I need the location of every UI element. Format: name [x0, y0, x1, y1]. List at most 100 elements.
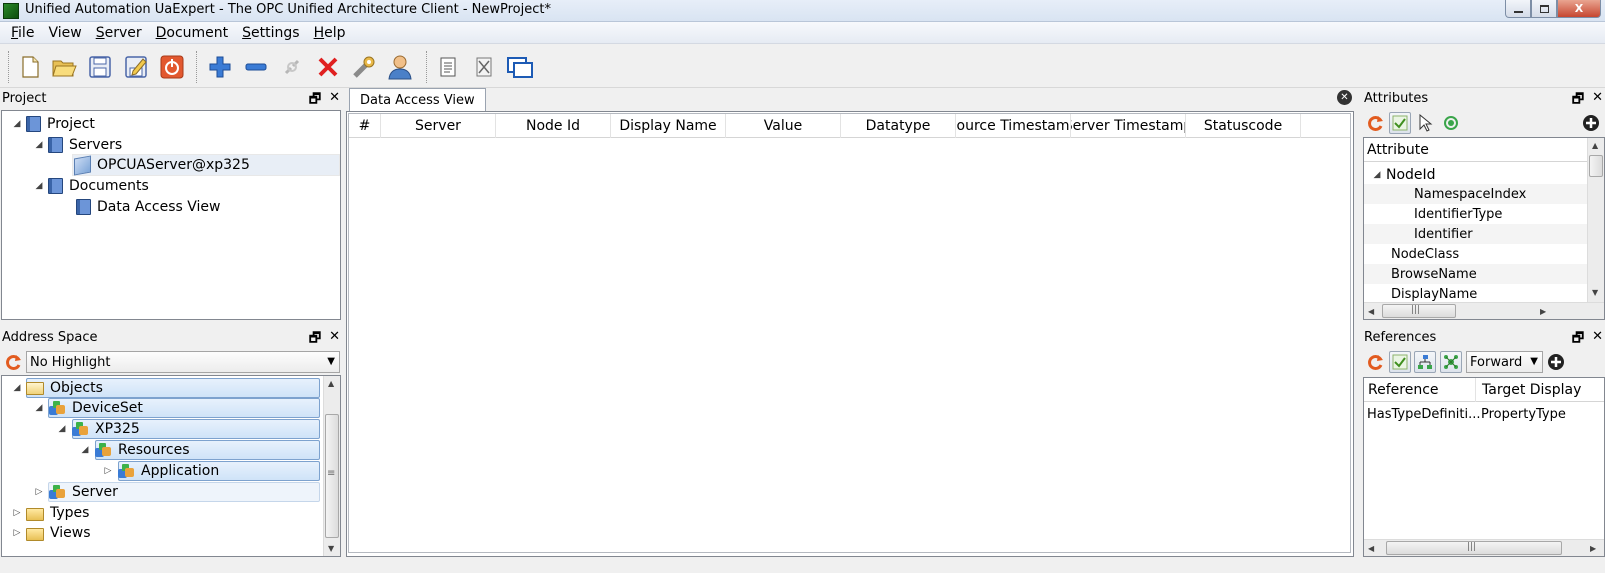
refresh-attributes-button[interactable] [1364, 112, 1386, 134]
tree-item-resources[interactable]: ◢ Resources [80, 440, 190, 460]
menu-document[interactable]: Document [149, 25, 236, 41]
menu-settings[interactable]: Settings [235, 25, 306, 41]
minimize-button[interactable] [1505, 0, 1531, 18]
column-header-display-name[interactable]: Display Name [611, 114, 726, 138]
column-header-index[interactable]: # [349, 114, 381, 138]
close-panel-icon[interactable]: ✕ [1592, 90, 1603, 112]
column-header-target-display[interactable]: Target Display [1476, 378, 1604, 402]
save-as-button[interactable] [122, 53, 150, 81]
tree-item-views[interactable]: ▷ Views [12, 523, 91, 543]
disconnect-button[interactable] [158, 53, 186, 81]
attributes-vertical-scrollbar[interactable]: ▲ ▼ [1587, 138, 1604, 302]
expand-arrow-icon[interactable]: ◢ [34, 140, 44, 150]
close-panel-icon[interactable]: ✕ [329, 329, 340, 351]
expand-arrow-icon[interactable]: ◢ [80, 445, 90, 455]
reference-row[interactable]: HasTypeDefiniti... PropertyType [1367, 404, 1566, 424]
refresh-references-button[interactable] [1364, 351, 1386, 373]
float-icon[interactable]: 🗗 [309, 90, 321, 112]
window-button[interactable] [506, 53, 534, 81]
attribute-row-nodeid[interactable]: ◢ NodeId [1372, 165, 1436, 185]
save-project-button[interactable] [86, 53, 114, 81]
tab-data-access-view[interactable]: Data Access View [349, 88, 486, 111]
data-access-table[interactable]: # Server Node Id Display Name Value Data… [348, 113, 1351, 553]
expand-arrow-icon[interactable]: ◢ [34, 181, 44, 191]
add-server-button[interactable] [206, 53, 234, 81]
scroll-thumb[interactable] [1589, 155, 1603, 177]
reference-network-toggle[interactable] [1440, 351, 1462, 373]
address-vertical-scrollbar[interactable]: ▲ ≡ ▼ [323, 376, 340, 556]
close-tab-icon[interactable]: ✕ [1337, 90, 1352, 105]
scroll-right-icon[interactable]: ▶ [1540, 307, 1546, 316]
highlight-select[interactable]: No Highlight ▼ [26, 351, 340, 373]
scroll-thumb[interactable]: ||| [1386, 541, 1562, 555]
attribute-row-identifier[interactable]: Identifier [1414, 224, 1473, 244]
tree-item-xp325[interactable]: ◢ XP325 [57, 419, 140, 439]
settings-button[interactable] [350, 53, 378, 81]
scroll-left-icon[interactable]: ◀ [1368, 544, 1374, 553]
collapsed-arrow-icon[interactable]: ▷ [103, 466, 113, 476]
expand-arrow-icon[interactable]: ◢ [12, 119, 22, 129]
tree-item-project[interactable]: ◢ Project [12, 114, 95, 134]
column-header-reference[interactable]: Reference [1364, 378, 1476, 402]
attribute-row-browsename[interactable]: BrowseName [1391, 264, 1477, 284]
references-horizontal-scrollbar[interactable]: ◀ ||| ▶ [1364, 539, 1604, 556]
reference-hierarchy-toggle[interactable] [1414, 351, 1436, 373]
menu-file[interactable]: File [4, 25, 41, 41]
tree-item-objects[interactable]: ◢ Objects [12, 378, 103, 398]
scroll-up-icon[interactable]: ▲ [328, 379, 334, 388]
user-button[interactable] [386, 53, 414, 81]
open-project-button[interactable] [50, 53, 78, 81]
collapsed-arrow-icon[interactable]: ▷ [34, 487, 44, 497]
tree-item-data-access-view[interactable]: Data Access View [76, 197, 220, 217]
tree-item-servers[interactable]: ◢ Servers [34, 135, 122, 155]
remove-server-button[interactable] [242, 53, 270, 81]
column-header-source-timestamp[interactable]: Source Timestamp [956, 114, 1071, 138]
menu-help[interactable]: Help [307, 25, 353, 41]
column-header-datatype[interactable]: Datatype [841, 114, 956, 138]
attribute-row-identifiertype[interactable]: IdentifierType [1414, 204, 1502, 224]
attribute-column-header[interactable]: Attribute [1364, 138, 1587, 162]
reference-check-toggle[interactable] [1389, 351, 1411, 373]
scroll-thumb[interactable]: ||| [1382, 304, 1456, 318]
attribute-pointer-button[interactable] [1414, 112, 1436, 134]
tree-item-server[interactable]: ▷ Server [34, 482, 118, 502]
tree-item-server-instance[interactable]: OPCUAServer@xp325 [74, 155, 250, 175]
scroll-right-icon[interactable]: ▶ [1590, 544, 1596, 553]
tree-item-deviceset[interactable]: ◢ DeviceSet [34, 398, 143, 418]
expand-arrow-icon[interactable]: ◢ [1372, 170, 1382, 180]
column-header-server-timestamp[interactable]: Server Timestamp [1071, 114, 1186, 138]
attributes-horizontal-scrollbar[interactable]: ◀ ||| ▶ [1364, 302, 1604, 319]
new-project-button[interactable] [16, 53, 44, 81]
expand-arrow-icon[interactable]: ◢ [12, 383, 22, 393]
column-header-value[interactable]: Value [726, 114, 841, 138]
close-panel-icon[interactable]: ✕ [329, 90, 340, 112]
column-header-server[interactable]: Server [381, 114, 496, 138]
scroll-down-icon[interactable]: ▼ [1592, 288, 1598, 297]
menu-server[interactable]: Server [89, 25, 149, 41]
scroll-down-icon[interactable]: ▼ [328, 544, 334, 553]
reference-direction-select[interactable]: Forward ▼ [1466, 351, 1543, 373]
add-document-button[interactable] [434, 53, 462, 81]
float-icon[interactable]: 🗗 [1572, 329, 1584, 351]
collapsed-arrow-icon[interactable]: ▷ [12, 528, 22, 538]
attribute-row-namespaceindex[interactable]: NamespaceIndex [1414, 184, 1526, 204]
attribute-monitor-button[interactable] [1440, 112, 1462, 134]
add-reference-button[interactable] [1545, 351, 1567, 373]
menu-view[interactable]: View [41, 25, 88, 41]
tree-item-types[interactable]: ▷ Types [12, 503, 90, 523]
tree-item-application[interactable]: ▷ Application [103, 461, 220, 481]
connect-button[interactable] [278, 53, 306, 81]
attribute-check-toggle[interactable] [1389, 112, 1411, 134]
attribute-row-displayname[interactable]: DisplayName [1391, 284, 1477, 304]
column-header-node-id[interactable]: Node Id [496, 114, 611, 138]
collapsed-arrow-icon[interactable]: ▷ [12, 508, 22, 518]
maximize-button[interactable] [1531, 0, 1557, 18]
expand-arrow-icon[interactable]: ◢ [57, 424, 67, 434]
remove-document-button[interactable] [470, 53, 498, 81]
column-header-statuscode[interactable]: Statuscode [1186, 114, 1301, 138]
attribute-row-nodeclass[interactable]: NodeClass [1391, 244, 1459, 264]
close-window-button[interactable]: X [1557, 0, 1601, 18]
scroll-left-icon[interactable]: ◀ [1368, 307, 1374, 316]
refresh-address-button[interactable] [2, 351, 24, 373]
scroll-up-icon[interactable]: ▲ [1592, 141, 1598, 150]
